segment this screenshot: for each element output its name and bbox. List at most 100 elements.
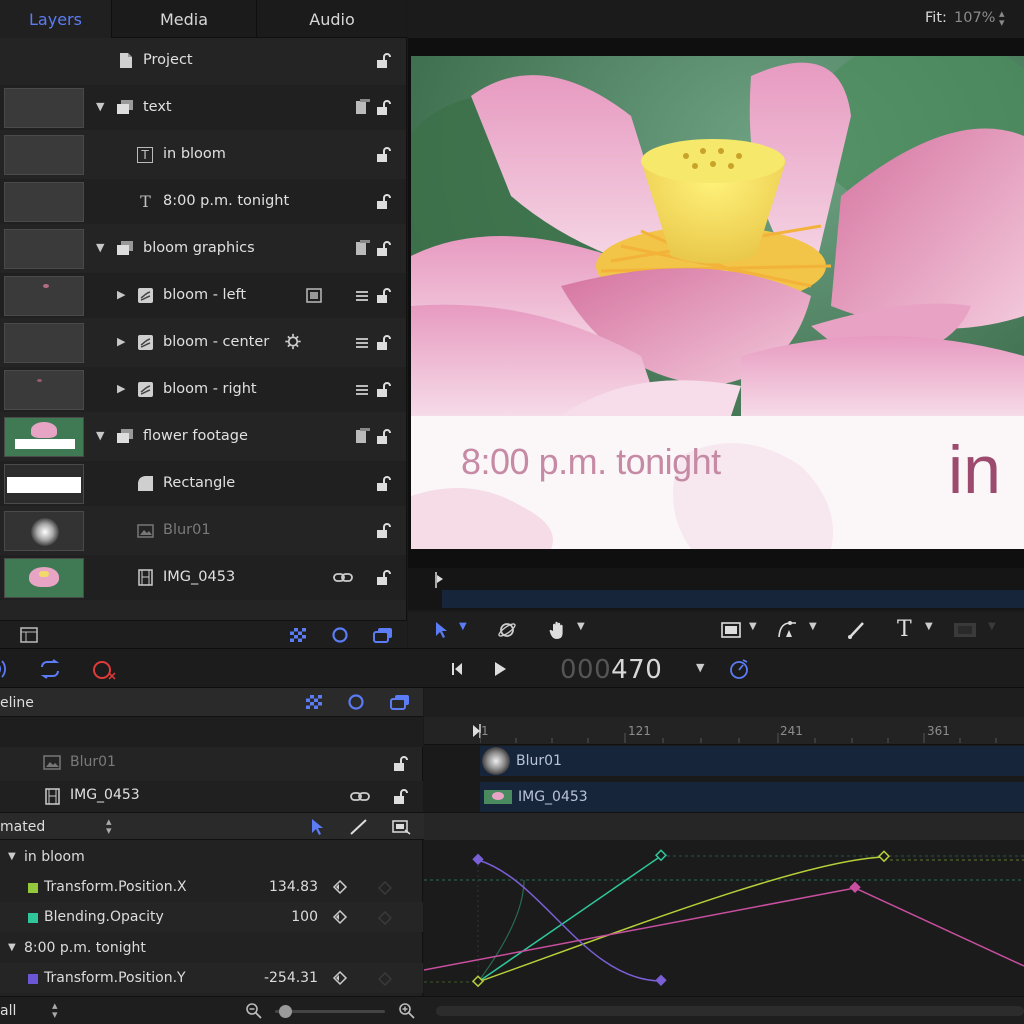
param-value[interactable]: 134.83 — [269, 879, 318, 895]
rectangle-tool-icon[interactable] — [721, 622, 741, 638]
filter-badge-icon[interactable] — [304, 287, 324, 304]
gear-icon[interactable] — [283, 333, 303, 350]
emitter-options-icon[interactable] — [355, 334, 372, 351]
keyframe-point[interactable] — [877, 850, 891, 863]
chevron-down-icon[interactable]: ▼ — [809, 621, 817, 632]
go-to-start-icon[interactable] — [451, 662, 463, 676]
layer-row-8pm[interactable]: T 8:00 p.m. tonight — [0, 179, 406, 224]
play-icon[interactable] — [493, 661, 507, 677]
lock-icon[interactable] — [375, 240, 392, 257]
disclosure-closed-icon[interactable]: ▶ — [117, 288, 125, 301]
group-options-icon[interactable] — [355, 428, 372, 445]
lock-icon[interactable] — [375, 428, 392, 445]
canvas-viewer[interactable]: 8:00 p.m. tonight in — [411, 56, 1024, 549]
layer-row-in-bloom[interactable]: T in bloom — [0, 132, 406, 177]
stack-icon[interactable] — [390, 694, 410, 710]
layer-row-bloom-center[interactable]: ▶ bloom - center — [0, 320, 406, 365]
paint-brush-icon[interactable] — [846, 620, 866, 640]
lock-icon[interactable] — [375, 193, 392, 210]
checker-icon[interactable] — [289, 627, 307, 643]
keyframe-graph[interactable] — [423, 840, 1024, 996]
fit-value[interactable]: 107% — [954, 10, 995, 26]
keyframe-point[interactable] — [849, 881, 861, 893]
layer-row-project[interactable]: Project — [0, 38, 406, 83]
bezier-pen-icon[interactable] — [776, 619, 800, 639]
lock-icon[interactable] — [375, 287, 392, 304]
timeline-track-blur01[interactable]: Blur01 — [0, 747, 423, 779]
lock-icon[interactable] — [375, 381, 392, 398]
curve-set-select[interactable]: all — [0, 1003, 16, 1019]
lock-icon[interactable] — [375, 475, 392, 492]
graph-scrollbar[interactable] — [436, 1006, 1024, 1016]
keyframe-nav-icon[interactable] — [332, 909, 348, 925]
keyframe-filter-select[interactable]: mated — [0, 819, 45, 835]
mask-circle-icon[interactable] — [331, 626, 349, 644]
checker-icon[interactable] — [305, 694, 323, 710]
lock-icon[interactable] — [375, 569, 392, 586]
timeline-clip-blur01[interactable]: Blur01 — [480, 746, 1024, 776]
fit-stepper-icon[interactable]: ▴ ▾ — [999, 8, 1005, 28]
lock-icon[interactable] — [375, 146, 392, 163]
select-arrow-icon[interactable] — [310, 818, 324, 836]
layer-row-bloom-left[interactable]: ▶ bloom - left — [0, 273, 406, 318]
text-tool-icon[interactable]: T — [897, 617, 912, 642]
pencil-icon[interactable] — [349, 818, 369, 836]
disclosure-open-icon[interactable]: ▼ — [96, 100, 104, 113]
stack-icon[interactable] — [373, 627, 393, 643]
chevron-down-icon[interactable]: ▼ — [925, 621, 933, 632]
select-arrow-icon[interactable] — [434, 621, 448, 639]
keyframe-add-icon[interactable] — [378, 911, 392, 925]
keyframe-point[interactable] — [472, 853, 484, 865]
layer-row-img0453[interactable]: IMG_0453 — [0, 555, 406, 600]
chevron-down-icon[interactable]: ▼ — [577, 621, 585, 632]
keyframe-add-icon[interactable] — [378, 972, 392, 986]
keyframe-param-opacity[interactable]: Blending.Opacity 100 — [0, 902, 423, 932]
layer-row-flower-footage[interactable]: ▼ flower footage — [0, 414, 406, 459]
timeline-clip-img0453[interactable]: IMG_0453 — [480, 782, 1024, 812]
layer-row-rectangle[interactable]: Rectangle — [0, 461, 406, 506]
disclosure-open-icon[interactable]: ▼ — [96, 429, 104, 442]
tab-layers[interactable]: Layers — [0, 0, 112, 38]
emitter-options-icon[interactable] — [355, 381, 372, 398]
disclosure-closed-icon[interactable]: ▶ — [117, 335, 125, 348]
timeline-ruler[interactable]: 1 121 241 361 — [424, 717, 1024, 745]
disclosure-open-icon[interactable]: ▼ — [8, 851, 16, 862]
layer-row-blur01[interactable]: Blur01 — [0, 508, 406, 553]
box-select-icon[interactable] — [391, 818, 411, 836]
keyframe-nav-icon[interactable] — [332, 970, 348, 986]
mini-timeline[interactable] — [408, 568, 1024, 610]
transform-3d-icon[interactable] — [496, 620, 518, 640]
param-value[interactable]: 100 — [291, 909, 318, 925]
audio-icon[interactable] — [0, 660, 10, 678]
timer-icon[interactable] — [727, 658, 751, 680]
zoom-out-icon[interactable] — [245, 1002, 263, 1020]
keyframe-point[interactable] — [655, 974, 667, 986]
lock-icon[interactable] — [375, 334, 392, 351]
mask-circle-icon[interactable] — [347, 693, 365, 711]
chevron-down-icon[interactable]: ▼ — [696, 661, 704, 674]
lock-icon[interactable] — [375, 99, 392, 116]
layer-row-bloom-right[interactable]: ▶ bloom - right — [0, 367, 406, 412]
chevron-down-icon[interactable]: ▼ — [749, 621, 757, 632]
lock-icon[interactable] — [375, 52, 392, 69]
param-value[interactable]: -254.31 — [264, 970, 318, 986]
lock-icon[interactable] — [375, 522, 392, 539]
disclosure-open-icon[interactable]: ▼ — [96, 241, 104, 254]
zoom-slider-thumb[interactable] — [279, 1005, 292, 1018]
disclosure-open-icon[interactable]: ▼ — [8, 942, 16, 953]
chevron-down-icon[interactable]: ▼ — [459, 621, 467, 632]
record-icon[interactable] — [91, 659, 117, 681]
keyframe-nav-icon[interactable] — [332, 879, 348, 895]
layer-row-bloom-graphics[interactable]: ▼ bloom graphics — [0, 226, 406, 271]
keyframe-add-icon[interactable] — [378, 881, 392, 895]
tab-audio[interactable]: Audio — [257, 0, 407, 38]
keyframe-param-position-x[interactable]: Transform.Position.X 134.83 — [0, 872, 423, 902]
panel-layout-icon[interactable] — [20, 627, 38, 643]
keyframe-group-8pm[interactable]: ▼ 8:00 p.m. tonight — [0, 933, 423, 963]
stepper-icon[interactable]: ▴ ▾ — [106, 816, 112, 836]
zoom-in-icon[interactable] — [398, 1002, 416, 1020]
timecode-display[interactable]: 000470 — [560, 655, 662, 685]
lock-icon[interactable] — [392, 788, 409, 805]
keyframe-param-position-y[interactable]: Transform.Position.Y -254.31 — [0, 963, 423, 993]
tab-media[interactable]: Media — [112, 0, 257, 38]
